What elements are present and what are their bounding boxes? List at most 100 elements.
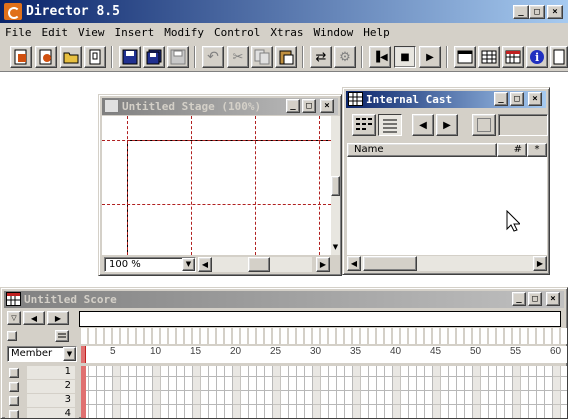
cut-icon[interactable]: ✂ xyxy=(227,46,249,68)
save-icon[interactable] xyxy=(119,46,141,68)
stage-scroll-thumb[interactable] xyxy=(331,176,340,196)
paste-icon[interactable] xyxy=(275,46,297,68)
chevron-down-icon[interactable]: ▼ xyxy=(182,258,195,271)
channel-visibility-toggle[interactable] xyxy=(9,396,19,406)
cast-toolbar: ◀ ▶ xyxy=(346,110,548,140)
cast-member-name-field[interactable] xyxy=(498,114,548,136)
frame-tick: 40 xyxy=(390,346,402,357)
stage-horizontal-scrollbar[interactable] xyxy=(212,257,312,272)
zoom-value: 100 % xyxy=(109,259,141,270)
thumbnail-view-icon[interactable] xyxy=(352,114,376,136)
cast-close-button[interactable]: × xyxy=(528,92,542,106)
sprite-channel-grid[interactable] xyxy=(81,366,567,418)
stage-window-icon[interactable] xyxy=(454,46,476,68)
new-cast-icon[interactable] xyxy=(35,46,57,68)
stop-icon[interactable]: ■ xyxy=(394,46,416,68)
script-channel-icon[interactable] xyxy=(55,330,69,342)
playhead[interactable] xyxy=(81,346,86,363)
next-cast-member-icon[interactable]: ▶ xyxy=(436,114,458,136)
cast-scroll-right-arrow-icon[interactable]: ▶ xyxy=(533,256,547,271)
cast-member-properties-icon[interactable]: ⚙ xyxy=(334,46,356,68)
menu-help[interactable]: Help xyxy=(358,23,395,42)
channel-row-3[interactable]: 3 xyxy=(5,394,85,407)
copy-icon[interactable] xyxy=(251,46,273,68)
score-prev-marker-icon[interactable]: ◀ xyxy=(23,311,45,325)
menu-file[interactable]: File xyxy=(0,23,37,42)
menu-edit[interactable]: Edit xyxy=(37,23,74,42)
marker-icon[interactable]: ▽ xyxy=(7,311,21,325)
menu-control[interactable]: Control xyxy=(209,23,265,42)
cast-horizontal-scrollbar[interactable]: ◀ ▶ xyxy=(347,256,547,271)
maximize-button[interactable]: □ xyxy=(529,5,545,19)
cast-member-preview-icon[interactable] xyxy=(472,114,496,136)
cast-maximize-button[interactable]: □ xyxy=(510,92,524,106)
stage-close-button[interactable]: × xyxy=(320,99,334,113)
channel-row-1[interactable]: 1 xyxy=(5,366,85,379)
frame-ruler[interactable]: 5 10 15 20 25 30 35 40 45 50 55 60 xyxy=(81,346,567,363)
channel-visibility-toggle[interactable] xyxy=(9,382,19,392)
menu-modify[interactable]: Modify xyxy=(159,23,209,42)
save-compact-icon[interactable] xyxy=(167,46,189,68)
frame-tick: 10 xyxy=(150,346,162,357)
minimize-button[interactable]: _ xyxy=(513,5,529,19)
column-header-star[interactable]: * xyxy=(527,143,547,157)
list-view-icon[interactable] xyxy=(378,114,402,136)
cast-list-header: Name # * xyxy=(347,143,547,157)
cast-window-icon[interactable] xyxy=(478,46,500,68)
save-all-icon[interactable] xyxy=(143,46,165,68)
previous-cast-member-icon[interactable]: ◀ xyxy=(412,114,434,136)
hide-channel-toggle[interactable] xyxy=(7,331,17,341)
channel-number: 4 xyxy=(27,408,75,418)
rewind-icon[interactable]: ▐◀ xyxy=(369,46,391,68)
app-title-bar: Director 8.5 _ □ × xyxy=(0,0,568,23)
exchange-cast-members-icon[interactable]: ⇄ xyxy=(310,46,332,68)
cast-minimize-button[interactable]: _ xyxy=(494,92,508,106)
stage-vertical-scrollbar[interactable]: ▼ xyxy=(331,116,340,255)
chevron-down-icon[interactable]: ▼ xyxy=(63,347,76,361)
score-window-icon[interactable] xyxy=(502,46,524,68)
channel-visibility-toggle[interactable] xyxy=(9,410,19,418)
close-button[interactable]: × xyxy=(547,5,563,19)
column-header-name[interactable]: Name xyxy=(347,143,497,157)
marker-channel[interactable] xyxy=(79,311,561,327)
stage-canvas[interactable] xyxy=(102,116,331,255)
menu-xtras[interactable]: Xtras xyxy=(265,23,308,42)
score-maximize-button[interactable]: □ xyxy=(528,292,542,306)
open-folder-icon[interactable] xyxy=(60,46,82,68)
menu-view[interactable]: View xyxy=(73,23,110,42)
menu-insert[interactable]: Insert xyxy=(110,23,160,42)
import-icon[interactable] xyxy=(84,46,106,68)
channel-visibility-toggle[interactable] xyxy=(9,368,19,378)
stage-minimize-button[interactable]: _ xyxy=(286,99,300,113)
channel-row-2[interactable]: 2 xyxy=(5,380,85,393)
stage-maximize-button[interactable]: □ xyxy=(302,99,316,113)
stage-window: Untitled Stage (100%) _ □ × ▼ 100 % ▼ ◀ … xyxy=(98,94,342,276)
stage-title-bar: Untitled Stage (100%) _ □ × xyxy=(102,98,338,115)
toolbar: ↶ ✂ ⇄ ⚙ ▐◀ ■ ▶ i xyxy=(0,42,568,72)
cast-hscroll-thumb[interactable] xyxy=(363,256,417,271)
frame-tick: 30 xyxy=(310,346,322,357)
cast-scroll-left-arrow-icon[interactable]: ◀ xyxy=(347,256,361,271)
play-icon[interactable]: ▶ xyxy=(419,46,441,68)
menu-window[interactable]: Window xyxy=(308,23,358,42)
stage-hscroll-thumb[interactable] xyxy=(248,257,270,272)
channel-labels: 1 2 3 4 xyxy=(5,366,79,418)
column-header-number[interactable]: # xyxy=(497,143,527,157)
frame-tick: 5 xyxy=(110,346,116,357)
scroll-right-arrow-icon[interactable]: ▶ xyxy=(316,257,330,272)
cast-list[interactable] xyxy=(347,157,547,255)
scroll-down-arrow-icon[interactable]: ▼ xyxy=(331,243,340,253)
script-channel-frames[interactable] xyxy=(81,328,567,344)
scroll-left-arrow-icon[interactable]: ◀ xyxy=(198,257,212,272)
property-inspector-icon[interactable]: i xyxy=(526,46,548,68)
score-window: Untitled Score _ □ × ▽ ◀ ▶ Member ▼ 5 10… xyxy=(0,287,568,419)
new-movie-icon[interactable] xyxy=(10,46,32,68)
undo-icon[interactable]: ↶ xyxy=(202,46,224,68)
library-palette-icon[interactable] xyxy=(550,46,568,68)
channel-row-4[interactable]: 4 xyxy=(5,408,85,418)
score-close-button[interactable]: × xyxy=(546,292,560,306)
score-next-marker-icon[interactable]: ▶ xyxy=(47,311,69,325)
channel-display-select[interactable]: Member ▼ xyxy=(7,346,77,362)
zoom-select[interactable]: 100 % ▼ xyxy=(104,257,196,272)
score-minimize-button[interactable]: _ xyxy=(512,292,526,306)
